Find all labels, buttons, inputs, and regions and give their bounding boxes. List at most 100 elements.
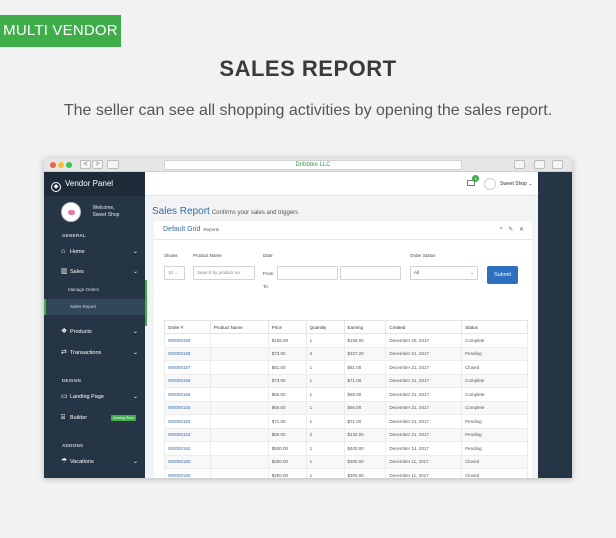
table-row[interactable]: 000000150 $250.00 1 $200.00 December 11, 201…	[164, 468, 528, 478]
order-status-select[interactable]: All ⌄	[410, 266, 478, 280]
order-number-cell[interactable]: 000000156	[164, 373, 211, 388]
order-number-cell[interactable]: 000000158	[164, 346, 211, 361]
order-number-cell[interactable]: 000000154	[164, 414, 211, 429]
table-row[interactable]: 000000156 $66.00 1 $66.00 December 21, 2017 C…	[164, 387, 528, 402]
column-header[interactable]: Quantity	[305, 320, 345, 334]
date-to-input[interactable]	[340, 266, 401, 280]
table-cell	[209, 373, 269, 388]
page-subtitle: Confirms your sales and triggers	[211, 210, 299, 216]
date-label: Date	[263, 253, 273, 258]
panel-crumb: Reports	[203, 227, 220, 232]
user-text: Welcome, Sweet Shop	[92, 205, 119, 219]
table-cell	[209, 454, 269, 469]
table-row[interactable]: 000000150 $250.00 1 $200.00 December 11, 201…	[164, 454, 528, 469]
table-cell: Closed	[461, 454, 528, 469]
table-cell: Pending	[461, 441, 528, 456]
table-cell: Pending	[461, 414, 528, 429]
shop-name: Sweet Shop	[500, 181, 527, 187]
sidebar-item-label: Sales	[70, 269, 84, 275]
table-cell: $500.00	[267, 441, 307, 456]
submit-button[interactable]: Submit	[487, 266, 518, 284]
order-number-cell[interactable]: 000000157	[164, 360, 211, 375]
column-header[interactable]: Order #	[164, 320, 211, 334]
sidebar-item-sales-report[interactable]: Sales Report	[44, 299, 145, 315]
order-number-cell[interactable]: 000000156	[164, 387, 211, 402]
sidebar-item-transactions[interactable]: ⇄ Transactions ⌄	[44, 345, 145, 361]
grid-panel: Default Grid Reports ^ ✎ ✕ Shows Product …	[154, 221, 532, 478]
panel-tools[interactable]: ^ ✎ ✕	[500, 226, 526, 233]
table-row[interactable]: 000000153 $66.00 2 $132.00 December 21, 2017…	[164, 427, 528, 442]
table-cell: $73.00	[267, 346, 307, 361]
table-cell: Closed	[461, 468, 528, 478]
table-cell: December 21, 2017	[385, 427, 463, 442]
table-cell: Complete	[461, 373, 528, 388]
section-design: DESIGN	[62, 378, 82, 383]
sidebar-item-landing-page[interactable]: ▭ Landing Page ⌄	[44, 389, 145, 405]
shows-value: 10	[168, 270, 174, 275]
order-number-cell[interactable]: 000000159	[164, 333, 211, 348]
notification-count: 3	[472, 175, 479, 182]
table-cell: December 21, 2017	[385, 400, 463, 415]
order-number-cell[interactable]: 000000150	[164, 454, 211, 469]
maximize-window-icon[interactable]	[66, 162, 72, 168]
minimize-window-icon[interactable]	[58, 162, 64, 168]
table-row[interactable]: 000000155 $66.00 1 $66.00 December 21, 2017 C…	[164, 400, 528, 415]
table-cell	[209, 441, 269, 456]
brand[interactable]: ◆ Vendor Panel	[44, 172, 145, 196]
table-row[interactable]: 000000154 $71.00 1 $71.00 December 21, 2017 P…	[164, 414, 528, 429]
share-icon[interactable]	[514, 160, 525, 169]
shows-label: Shows	[164, 253, 178, 258]
date-from-input[interactable]	[277, 266, 338, 280]
shows-select[interactable]: 10 ⌄	[164, 266, 185, 280]
column-header[interactable]: Price	[267, 320, 307, 334]
table-row[interactable]: 000000152 $500.00 1 $400.00 December 14, 201…	[164, 441, 528, 456]
table-cell: $81.00	[343, 360, 387, 375]
sidebar-item-label: Sales Report	[70, 304, 97, 309]
sidebar-item-label: Products	[70, 329, 92, 335]
column-header[interactable]: Status	[461, 320, 528, 334]
forward-button[interactable]: >	[92, 160, 103, 169]
chevron-down-icon: ⌄	[132, 329, 138, 335]
table-row[interactable]: 000000156 $73.00 1 $71.00 December 21, 2017 C…	[164, 373, 528, 388]
close-window-icon[interactable]	[50, 162, 56, 168]
table-cell: December 21, 2017	[385, 387, 463, 402]
cubes-icon: ❖	[61, 328, 68, 335]
order-number-cell[interactable]: 000000152	[164, 441, 211, 456]
table-cell: 1	[305, 441, 345, 456]
table-cell: $227.20	[343, 346, 387, 361]
table-cell: Pending	[461, 427, 528, 442]
order-number-cell[interactable]: 000000153	[164, 427, 211, 442]
sidebar-item-vacations[interactable]: ☂ Vacations ⌄	[44, 454, 145, 470]
order-number-cell[interactable]: 000000155	[164, 400, 211, 415]
table-row[interactable]: 000000157 $81.00 1 $81.00 December 21, 2017 C…	[164, 360, 528, 375]
headline: SALES REPORT	[219, 56, 397, 81]
active-indicator	[145, 280, 147, 326]
column-header[interactable]: Created	[385, 320, 463, 334]
table-cell: 1	[305, 373, 345, 388]
column-header[interactable]: Earning	[343, 320, 387, 334]
table-cell: $250.00	[267, 454, 307, 469]
table-row[interactable]: 000000158 $73.00 4 $227.20 December 21, 2017…	[164, 346, 528, 361]
product-search-input[interactable]: Search by product na	[193, 266, 255, 280]
bank-icon: ⌸	[61, 414, 66, 421]
table-cell: December 14, 2017	[385, 441, 463, 456]
sidebar-item-products[interactable]: ❖ Products ⌄	[44, 324, 145, 340]
tabs-icon[interactable]	[534, 160, 545, 169]
column-header[interactable]: Product Name	[209, 320, 269, 334]
order-number-cell[interactable]: 000000150	[164, 468, 211, 478]
panel-header: Default Grid Reports ^ ✎ ✕	[154, 221, 532, 240]
table-cell: Complete	[461, 387, 528, 402]
back-button[interactable]: <	[80, 160, 91, 169]
sidebar-toggle-icon[interactable]	[107, 160, 119, 169]
table-cell: $81.00	[267, 360, 307, 375]
right-sidebar-strip	[538, 172, 572, 478]
shop-menu[interactable]: Sweet Shop ⌄	[500, 181, 533, 187]
table-row[interactable]: 000000159 $155.00 1 $158.00 December 20, 201…	[164, 333, 528, 348]
sidebar-item-sales[interactable]: ▥ Sales ⌄	[44, 264, 145, 280]
sidebar-item-home[interactable]: ⌂ Home ⌄	[44, 244, 145, 260]
sidebar-item-manage-orders[interactable]: Manage Orders	[44, 282, 145, 298]
reader-icon[interactable]	[552, 160, 563, 169]
sidebar-item-builder[interactable]: ⌸ Builder Coming Soon	[44, 410, 145, 426]
shop-avatar[interactable]	[484, 178, 496, 190]
url-bar[interactable]: Dribbble LLC	[164, 160, 462, 170]
